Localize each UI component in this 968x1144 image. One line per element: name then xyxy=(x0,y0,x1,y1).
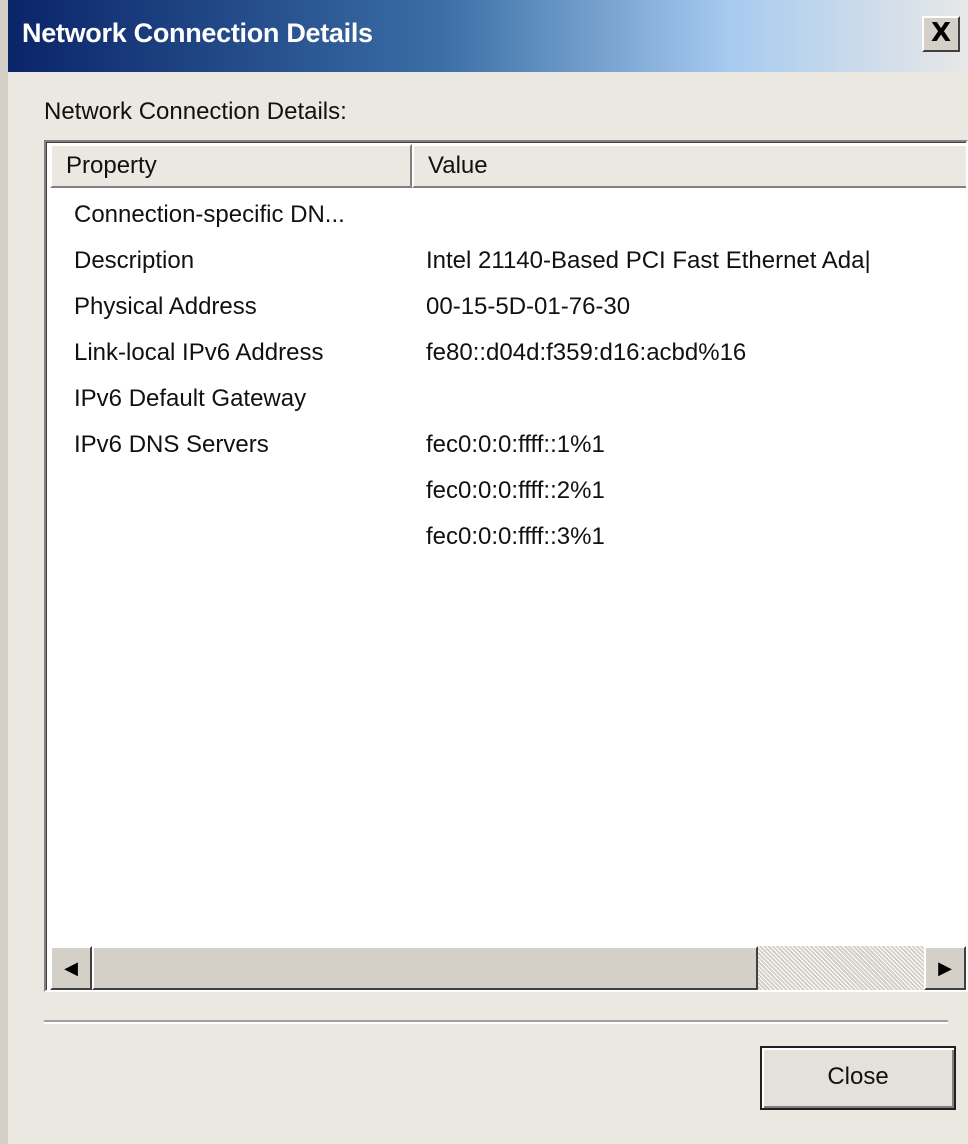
scroll-right-arrow-icon[interactable]: ▶ xyxy=(924,946,966,990)
property-cell: Link-local IPv6 Address xyxy=(74,339,324,366)
divider xyxy=(44,1020,948,1024)
value-cell: fe80::d04d:f359:d16:acbd%16 xyxy=(426,339,747,366)
table-row[interactable]: fec0:0:0:ffff::3%1 xyxy=(46,514,966,560)
value-cell xyxy=(412,192,966,238)
value-cell: fec0:0:0:ffff::2%1 xyxy=(426,477,605,504)
scroll-left-arrow-icon[interactable]: ◀ xyxy=(50,946,92,990)
value-cell: Intel 21140-Based PCI Fast Ethernet Ada| xyxy=(426,247,871,274)
property-cell: IPv6 DNS Servers xyxy=(74,431,269,458)
property-cell: Connection-specific DN... xyxy=(74,201,345,228)
table-row[interactable]: Description Intel 21140-Based PCI Fast E… xyxy=(46,238,966,284)
table-row[interactable]: IPv6 Default Gateway xyxy=(46,376,966,422)
details-listview[interactable]: Property Value Connection-specific DN...… xyxy=(44,140,968,992)
scroll-thumb[interactable] xyxy=(92,946,758,990)
value-cell: fec0:0:0:ffff::3%1 xyxy=(426,523,605,550)
property-cell: IPv6 Default Gateway xyxy=(74,385,307,412)
window-title: Network Connection Details xyxy=(22,18,373,48)
property-cell xyxy=(46,468,412,514)
table-row[interactable]: fec0:0:0:ffff::2%1 xyxy=(46,468,966,514)
table-row[interactable]: Physical Address 00-15-5D-01-76-30 xyxy=(46,284,966,330)
list-header: Property Value xyxy=(50,144,966,188)
close-button[interactable]: Close xyxy=(760,1046,956,1110)
title-bar[interactable]: Network Connection Details X xyxy=(8,0,968,72)
section-label: Network Connection Details: xyxy=(44,98,347,125)
horizontal-scrollbar[interactable]: ◀ ▶ xyxy=(50,946,966,990)
table-row[interactable]: Connection-specific DN... xyxy=(46,192,966,238)
title-close-button[interactable]: X xyxy=(922,16,960,52)
column-header-property[interactable]: Property xyxy=(50,144,412,188)
value-cell: fec0:0:0:ffff::1%1 xyxy=(426,431,605,458)
network-connection-details-dialog: Network Connection Details X Network Con… xyxy=(0,0,968,1144)
property-cell: Description xyxy=(74,247,195,274)
value-cell: 00-15-5D-01-76-30 xyxy=(426,293,631,320)
table-row[interactable]: IPv6 DNS Servers fec0:0:0:ffff::1%1 xyxy=(46,422,966,468)
property-cell: Physical Address xyxy=(74,293,257,320)
property-cell xyxy=(46,514,412,560)
value-cell xyxy=(412,376,966,422)
list-rows: Connection-specific DN... Description In… xyxy=(46,192,966,560)
table-row[interactable]: Link-local IPv6 Address fe80::d04d:f359:… xyxy=(46,330,966,376)
column-header-value[interactable]: Value xyxy=(412,144,966,188)
